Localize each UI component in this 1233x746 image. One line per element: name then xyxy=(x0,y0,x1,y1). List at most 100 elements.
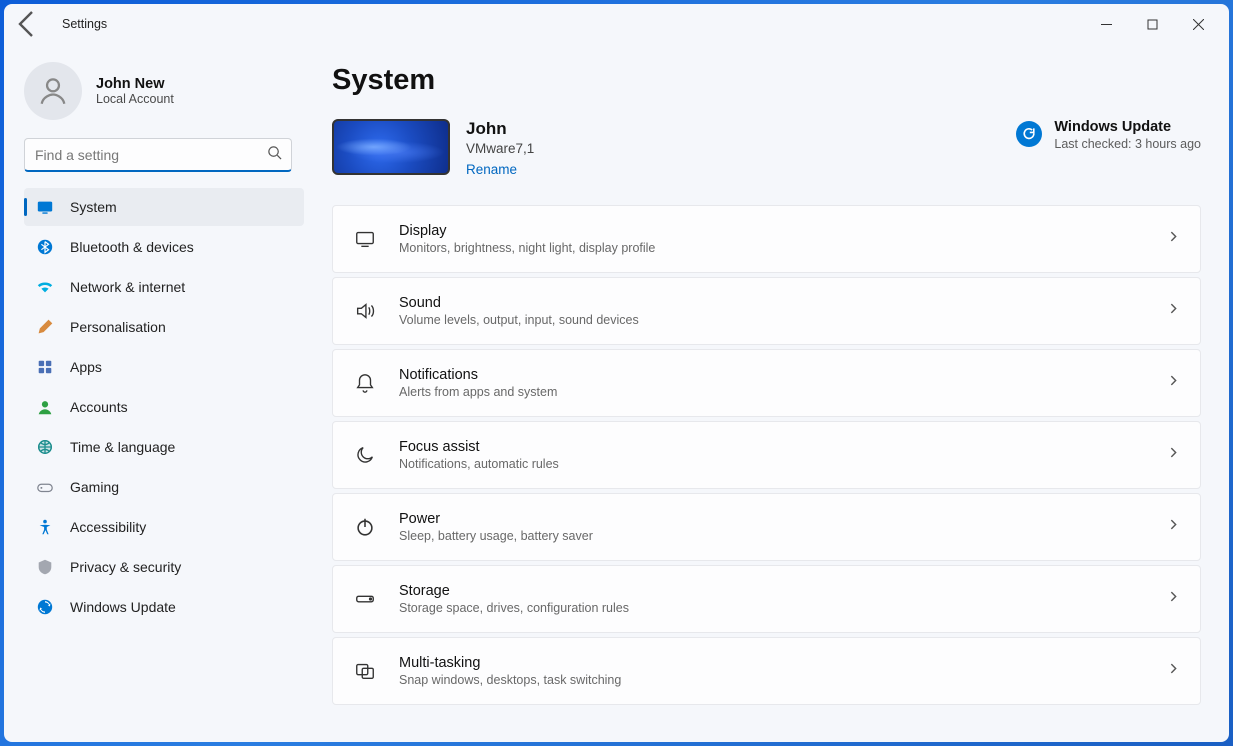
back-button[interactable] xyxy=(12,8,44,40)
sidebar-item-label: Personalisation xyxy=(70,319,166,335)
card-title: Focus assist xyxy=(399,439,1167,455)
card-text: Notifications Alerts from apps and syste… xyxy=(399,367,1167,399)
card-multitasking[interactable]: Multi-tasking Snap windows, desktops, ta… xyxy=(332,637,1201,705)
sidebar-item-accounts[interactable]: Accounts xyxy=(24,388,304,426)
sidebar-item-label: Bluetooth & devices xyxy=(70,239,194,255)
card-text: Sound Volume levels, output, input, soun… xyxy=(399,295,1167,327)
sidebar-item-update[interactable]: Windows Update xyxy=(24,588,304,626)
settings-cards: Display Monitors, brightness, night ligh… xyxy=(332,205,1201,725)
sidebar-item-label: Accounts xyxy=(70,399,128,415)
chevron-right-icon xyxy=(1167,230,1180,248)
sidebar-item-label: Privacy & security xyxy=(70,559,181,575)
sidebar-item-label: Apps xyxy=(70,359,102,375)
device-name: John xyxy=(466,119,534,139)
device-model: VMware7,1 xyxy=(466,141,534,156)
sidebar-item-time[interactable]: Time & language xyxy=(24,428,304,466)
search-input[interactable] xyxy=(24,138,292,172)
update-sub: Last checked: 3 hours ago xyxy=(1054,137,1201,151)
chevron-right-icon xyxy=(1167,590,1180,608)
accessibility-icon xyxy=(36,518,54,536)
power-icon xyxy=(353,515,377,539)
card-text: Multi-tasking Snap windows, desktops, ta… xyxy=(399,655,1167,687)
chevron-right-icon xyxy=(1167,374,1180,392)
profile-text: John New Local Account xyxy=(96,76,174,106)
rename-link[interactable]: Rename xyxy=(466,162,534,177)
bluetooth-icon xyxy=(36,238,54,256)
card-sub: Monitors, brightness, night light, displ… xyxy=(399,241,1167,255)
minimize-button[interactable] xyxy=(1083,8,1129,40)
chevron-right-icon xyxy=(1167,662,1180,680)
chevron-right-icon xyxy=(1167,446,1180,464)
bell-icon xyxy=(353,371,377,395)
card-sub: Snap windows, desktops, task switching xyxy=(399,673,1167,687)
search-wrap xyxy=(4,138,312,184)
maximize-button[interactable] xyxy=(1129,8,1175,40)
windows-update-summary[interactable]: Windows Update Last checked: 3 hours ago xyxy=(1016,119,1201,151)
update-title: Windows Update xyxy=(1054,119,1201,135)
sidebar-item-label: Windows Update xyxy=(70,599,176,615)
card-title: Notifications xyxy=(399,367,1167,383)
card-title: Display xyxy=(399,223,1167,239)
update-badge-icon xyxy=(1016,121,1042,147)
profile-block[interactable]: John New Local Account xyxy=(4,52,312,138)
titlebar: Settings xyxy=(4,4,1229,44)
settings-window: Settings John New Local Account xyxy=(4,4,1229,742)
card-title: Storage xyxy=(399,583,1167,599)
sidebar-item-label: Gaming xyxy=(70,479,119,495)
sidebar: John New Local Account System xyxy=(4,44,312,742)
window-controls xyxy=(1083,8,1221,40)
clock-globe-icon xyxy=(36,438,54,456)
card-text: Storage Storage space, drives, configura… xyxy=(399,583,1167,615)
card-storage[interactable]: Storage Storage space, drives, configura… xyxy=(332,565,1201,633)
card-focus-assist[interactable]: Focus assist Notifications, automatic ru… xyxy=(332,421,1201,489)
body-area: John New Local Account System xyxy=(4,44,1229,742)
card-text: Display Monitors, brightness, night ligh… xyxy=(399,223,1167,255)
apps-icon xyxy=(36,358,54,376)
card-sound[interactable]: Sound Volume levels, output, input, soun… xyxy=(332,277,1201,345)
gaming-icon xyxy=(36,478,54,496)
sidebar-item-label: Accessibility xyxy=(70,519,146,535)
profile-sub: Local Account xyxy=(96,92,174,106)
display-icon xyxy=(353,227,377,251)
avatar xyxy=(24,62,82,120)
main-content: System John VMware7,1 Rename Windows Upd… xyxy=(312,44,1229,742)
card-display[interactable]: Display Monitors, brightness, night ligh… xyxy=(332,205,1201,273)
device-info: John VMware7,1 Rename xyxy=(466,119,534,177)
card-text: Focus assist Notifications, automatic ru… xyxy=(399,439,1167,471)
moon-icon xyxy=(353,443,377,467)
card-sub: Alerts from apps and system xyxy=(399,385,1167,399)
card-text: Power Sleep, battery usage, battery save… xyxy=(399,511,1167,543)
card-sub: Volume levels, output, input, sound devi… xyxy=(399,313,1167,327)
sidebar-item-personalisation[interactable]: Personalisation xyxy=(24,308,304,346)
wifi-icon xyxy=(36,278,54,296)
card-title: Power xyxy=(399,511,1167,527)
sidebar-item-label: Network & internet xyxy=(70,279,185,295)
card-notifications[interactable]: Notifications Alerts from apps and syste… xyxy=(332,349,1201,417)
card-sub: Sleep, battery usage, battery saver xyxy=(399,529,1167,543)
card-sub: Notifications, automatic rules xyxy=(399,457,1167,471)
storage-icon xyxy=(353,587,377,611)
card-power[interactable]: Power Sleep, battery usage, battery save… xyxy=(332,493,1201,561)
sidebar-item-apps[interactable]: Apps xyxy=(24,348,304,386)
sidebar-item-system[interactable]: System xyxy=(24,188,304,226)
update-icon xyxy=(36,598,54,616)
close-button[interactable] xyxy=(1175,8,1221,40)
update-text: Windows Update Last checked: 3 hours ago xyxy=(1054,119,1201,151)
account-icon xyxy=(36,398,54,416)
sidebar-item-accessibility[interactable]: Accessibility xyxy=(24,508,304,546)
sidebar-item-bluetooth[interactable]: Bluetooth & devices xyxy=(24,228,304,266)
device-hero: John VMware7,1 Rename Windows Update Las… xyxy=(332,119,1201,177)
profile-name: John New xyxy=(96,76,174,92)
system-icon xyxy=(36,198,54,216)
sidebar-item-privacy[interactable]: Privacy & security xyxy=(24,548,304,586)
sidebar-item-label: System xyxy=(70,199,117,215)
search-icon xyxy=(267,145,282,165)
sidebar-item-network[interactable]: Network & internet xyxy=(24,268,304,306)
chevron-right-icon xyxy=(1167,302,1180,320)
card-title: Sound xyxy=(399,295,1167,311)
card-sub: Storage space, drives, configuration rul… xyxy=(399,601,1167,615)
desktop-thumb[interactable] xyxy=(332,119,450,175)
sidebar-item-gaming[interactable]: Gaming xyxy=(24,468,304,506)
nav: System Bluetooth & devices Network & int… xyxy=(4,184,312,626)
app-title: Settings xyxy=(62,17,107,31)
